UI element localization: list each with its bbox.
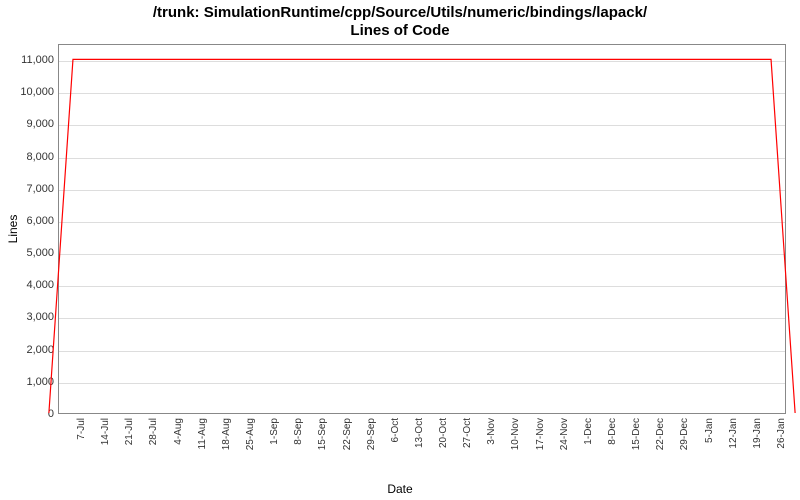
title-line-1: /trunk: SimulationRuntime/cpp/Source/Uti…	[153, 4, 647, 21]
x-tick-label: 25-Aug	[245, 418, 256, 450]
x-tick-label: 12-Jan	[728, 418, 739, 449]
x-tick-label: 21-Jul	[124, 418, 135, 445]
y-tick-label: 2,000	[0, 344, 54, 356]
x-tick-label: 17-Nov	[535, 418, 546, 450]
x-tick-label: 14-Jul	[100, 418, 111, 445]
x-tick-label: 18-Aug	[221, 418, 232, 450]
x-tick-label: 5-Jan	[704, 418, 715, 443]
x-tick-label: 10-Nov	[510, 418, 521, 450]
x-tick-label: 11-Aug	[197, 418, 208, 450]
x-tick-label: 22-Dec	[655, 418, 666, 450]
x-tick-label: 28-Jul	[148, 418, 159, 445]
y-tick-label: 5,000	[0, 247, 54, 259]
chart-title: /trunk: SimulationRuntime/cpp/Source/Uti…	[0, 0, 800, 40]
x-tick-label: 29-Sep	[366, 418, 377, 450]
x-tick-label: 3-Nov	[486, 418, 497, 445]
plot-area	[58, 44, 786, 414]
x-tick-label: 8-Sep	[293, 418, 304, 445]
y-tick-label: 0	[0, 408, 54, 420]
x-tick-label: 15-Dec	[631, 418, 642, 450]
x-tick-label: 19-Jan	[752, 418, 763, 449]
x-tick-label: 8-Dec	[607, 418, 618, 445]
x-tick-label: 6-Oct	[390, 418, 401, 442]
x-tick-label: 27-Oct	[462, 418, 473, 448]
x-tick-label: 13-Oct	[414, 418, 425, 448]
x-tick-label: 1-Sep	[269, 418, 280, 445]
x-tick-label: 22-Sep	[342, 418, 353, 450]
x-tick-label: 15-Sep	[317, 418, 328, 450]
title-line-2: Lines of Code	[350, 22, 449, 39]
x-tick-label: 29-Dec	[679, 418, 690, 450]
y-tick-label: 7,000	[0, 183, 54, 195]
y-tick-label: 10,000	[0, 86, 54, 98]
x-tick-label: 24-Nov	[559, 418, 570, 450]
y-tick-label: 6,000	[0, 215, 54, 227]
y-tick-label: 11,000	[0, 54, 54, 66]
data-line	[59, 45, 785, 413]
chart-container: /trunk: SimulationRuntime/cpp/Source/Uti…	[0, 0, 800, 500]
x-tick-label: 20-Oct	[438, 418, 449, 448]
x-tick-label: 26-Jan	[776, 418, 787, 449]
x-tick-label: 1-Dec	[583, 418, 594, 445]
y-tick-label: 1,000	[0, 376, 54, 388]
x-tick-label: 7-Jul	[76, 418, 87, 440]
y-tick-label: 4,000	[0, 279, 54, 291]
x-tick-label: 4-Aug	[173, 418, 184, 445]
x-axis-label: Date	[0, 482, 800, 496]
y-tick-label: 8,000	[0, 151, 54, 163]
y-tick-label: 3,000	[0, 311, 54, 323]
y-tick-label: 9,000	[0, 118, 54, 130]
